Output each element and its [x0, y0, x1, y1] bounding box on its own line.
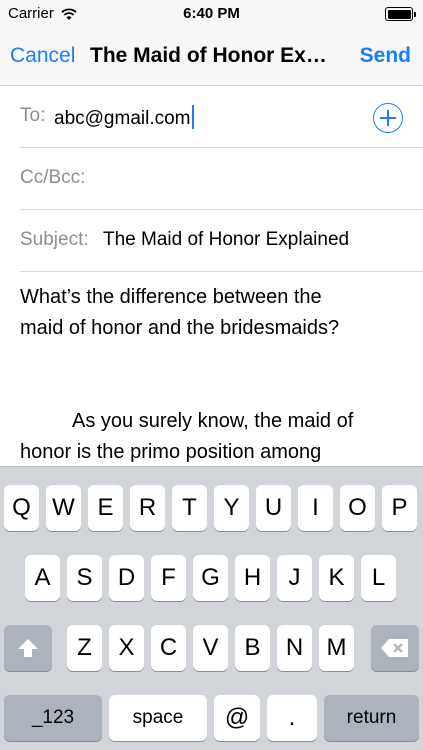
body-line: What’s the difference between the: [20, 286, 322, 308]
shift-arrow-icon: [18, 639, 38, 657]
message-body[interactable]: What’s the difference between the maid o…: [20, 282, 410, 466]
space-key[interactable]: space: [109, 695, 207, 741]
key-j[interactable]: J: [277, 555, 312, 601]
to-label: To:: [20, 105, 46, 126]
keyboard-row-1: Q W E R T Y U I O P: [0, 485, 423, 531]
text-cursor: [191, 105, 194, 129]
body-line: honor is the primo position among: [20, 441, 322, 463]
numbers-key[interactable]: _123: [4, 695, 102, 741]
key-z[interactable]: Z: [67, 625, 102, 671]
keyboard: Q W E R T Y U I O P A S D F G H J K L Z …: [0, 466, 423, 750]
period-key[interactable]: .: [267, 695, 317, 741]
key-c[interactable]: C: [151, 625, 186, 671]
key-y[interactable]: Y: [214, 485, 249, 531]
cc-bcc-field[interactable]: Cc/Bcc:: [20, 148, 423, 210]
body-line: As you surely know, the maid of: [72, 410, 354, 432]
key-f[interactable]: F: [151, 555, 186, 601]
battery-icon: [385, 7, 416, 21]
key-g[interactable]: G: [193, 555, 228, 601]
shift-key[interactable]: [4, 625, 52, 671]
subject-value[interactable]: The Maid of Honor Explained: [103, 229, 349, 251]
key-t[interactable]: T: [172, 485, 207, 531]
key-r[interactable]: R: [130, 485, 165, 531]
key-v[interactable]: V: [193, 625, 228, 671]
subject-label: Subject:: [20, 229, 89, 250]
keyboard-row-2: A S D F G H J K L: [0, 555, 423, 601]
subject-field[interactable]: Subject: The Maid of Honor Explained: [20, 210, 423, 272]
key-l[interactable]: L: [361, 555, 396, 601]
to-address: abc@gmail.com: [54, 108, 191, 129]
key-h[interactable]: H: [235, 555, 270, 601]
at-key[interactable]: @: [214, 695, 260, 741]
return-key[interactable]: return: [324, 695, 419, 741]
cc-bcc-label: Cc/Bcc:: [20, 167, 86, 188]
to-field[interactable]: To: abc@gmail.com: [20, 86, 423, 148]
keyboard-row-3: Z X C V B N M: [0, 625, 423, 671]
compose-title: The Maid of Honor Ex…: [90, 44, 327, 67]
key-m[interactable]: M: [319, 625, 354, 671]
key-p[interactable]: P: [382, 485, 417, 531]
key-w[interactable]: W: [46, 485, 81, 531]
cancel-button[interactable]: Cancel: [10, 44, 75, 68]
add-contact-button[interactable]: [373, 103, 403, 133]
backspace-icon: [381, 639, 408, 657]
key-d[interactable]: D: [109, 555, 144, 601]
compose-nav-bar: Cancel The Maid of Honor Ex… Send: [0, 28, 423, 86]
key-i[interactable]: I: [298, 485, 333, 531]
body-line: maid of honor and the bridesmaids?: [20, 317, 340, 339]
key-n[interactable]: N: [277, 625, 312, 671]
key-x[interactable]: X: [109, 625, 144, 671]
to-value[interactable]: abc@gmail.com: [54, 105, 194, 130]
key-o[interactable]: O: [340, 485, 375, 531]
key-u[interactable]: U: [256, 485, 291, 531]
key-a[interactable]: A: [25, 555, 60, 601]
send-button[interactable]: Send: [360, 44, 411, 68]
keyboard-row-4: _123 space @ . return: [0, 695, 423, 741]
status-time: 6:40 PM: [183, 5, 240, 22]
delete-key[interactable]: [371, 625, 419, 671]
key-k[interactable]: K: [319, 555, 354, 601]
key-s[interactable]: S: [67, 555, 102, 601]
key-q[interactable]: Q: [4, 485, 39, 531]
status-bar: Carrier 6:40 PM: [0, 0, 423, 28]
key-b[interactable]: B: [235, 625, 270, 671]
key-e[interactable]: E: [88, 485, 123, 531]
